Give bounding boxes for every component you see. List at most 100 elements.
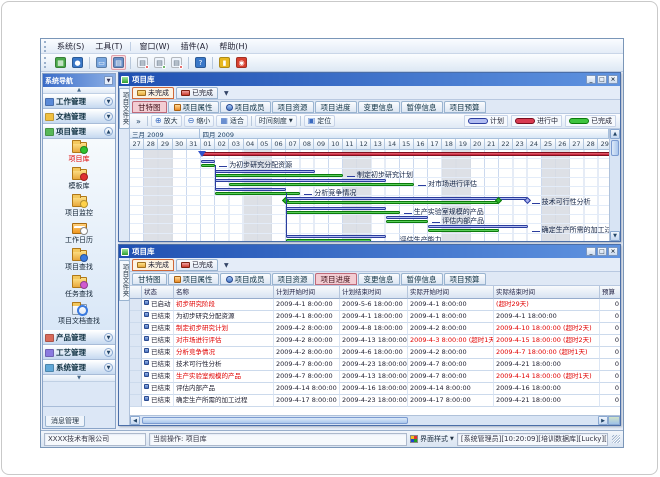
horizontal-scroll-track[interactable]	[140, 416, 598, 425]
pin-icon[interactable]: ▼	[104, 76, 113, 85]
chevron-down-icon[interactable]: ▼	[104, 97, 113, 106]
close-button[interactable]: ×	[608, 75, 618, 84]
locate-button[interactable]: ▣定位	[304, 115, 336, 127]
scroll-up-icon[interactable]: ▲	[610, 129, 620, 139]
scroll-down-icon[interactable]: ▼	[610, 231, 620, 241]
plan-bar[interactable]	[201, 160, 215, 163]
menu-item-0[interactable]: 系统(S)	[52, 41, 89, 52]
menu-item-4[interactable]: 帮助(H)	[214, 41, 252, 52]
sidebar-scroll-down-icon[interactable]: ▼	[43, 375, 115, 382]
sidebar-item-project-doc-search[interactable]: 项目文档查找	[43, 302, 115, 329]
overflow-button[interactable]: »	[133, 117, 144, 126]
new-folder-button[interactable]: ▭	[94, 55, 109, 70]
vertical-scroll-thumb[interactable]	[611, 140, 619, 156]
table-row[interactable]: 已结束分析竞争情况2009-4-2 8:00:002009-4-6 18:00:…	[130, 347, 620, 359]
chevron-down-icon[interactable]: ▼	[104, 348, 113, 357]
desktop-button[interactable]: ▦	[53, 55, 68, 70]
zoom-in-button[interactable]: ⊕放大	[151, 115, 182, 127]
table-row[interactable]: 已结束为初步研究分配资源2009-4-1 8:00:002009-4-1 18:…	[130, 311, 620, 323]
view-tab-progress[interactable]: 项目进度	[315, 273, 357, 285]
menu-item-3[interactable]: 插件(A)	[176, 41, 214, 52]
sidebar-group-project-mgmt[interactable]: 项目管理▲	[43, 124, 115, 139]
actual-bar[interactable]	[286, 239, 371, 241]
view-tab-budget[interactable]: 项目预算	[444, 101, 486, 113]
view-tab-progress[interactable]: 项目进度	[315, 101, 357, 113]
chevron-down-icon[interactable]: ▼	[104, 363, 113, 372]
scroll-left-icon[interactable]: ◀	[130, 416, 140, 425]
filter-tab-finished[interactable]: 已完成	[176, 87, 218, 99]
chevron-down-icon[interactable]: ▼	[224, 262, 229, 269]
export-doc-button[interactable]: ▤	[135, 55, 150, 70]
plan-bar[interactable]	[215, 179, 385, 182]
view-tab-gantt[interactable]: 甘特图	[132, 273, 167, 285]
table-row[interactable]: 已结束对市场进行评估2009-4-2 8:00:002009-4-13 18:0…	[130, 335, 620, 347]
row-selector[interactable]	[130, 311, 142, 323]
view-tab-attributes[interactable]: 项目属性	[168, 101, 219, 113]
import-doc-button[interactable]: ▤	[152, 55, 167, 70]
row-selector[interactable]	[130, 335, 142, 347]
actual-bar[interactable]	[215, 192, 300, 195]
view-tab-resources[interactable]: 项目资源	[272, 273, 314, 285]
column-header-2[interactable]: 计划开始时间	[274, 286, 340, 299]
column-header-4[interactable]: 实际开始时间	[408, 286, 494, 299]
row-selector[interactable]	[130, 299, 142, 311]
view-tab-gantt[interactable]: 甘特图	[132, 101, 167, 113]
lock-button[interactable]: ▮	[217, 55, 232, 70]
actual-bar[interactable]	[386, 220, 429, 223]
view-tab-members[interactable]: 项目成员	[220, 273, 271, 285]
sidebar-group-work-mgmt[interactable]: 工作管理▼	[43, 94, 115, 109]
minimize-button[interactable]: _	[586, 247, 596, 256]
plan-bar[interactable]	[286, 197, 527, 200]
sidebar-group-doc-mgmt[interactable]: 文档管理▼	[43, 109, 115, 124]
actual-bar[interactable]	[201, 164, 215, 167]
chevron-down-icon[interactable]: ▼	[104, 112, 113, 121]
table-window-titlebar[interactable]: 项目库 _ □ ×	[119, 245, 620, 258]
actual-bar[interactable]	[229, 183, 414, 186]
plan-bar[interactable]	[386, 216, 429, 219]
menu-item-1[interactable]: 工具(T)	[90, 41, 127, 52]
sidebar-item-project-library[interactable]: 项目库	[43, 140, 115, 167]
sidebar-item-work-calendar[interactable]: 工作日历	[43, 221, 115, 248]
row-selector[interactable]	[130, 395, 142, 407]
view-tab-budget[interactable]: 项目预算	[444, 273, 486, 285]
close-button[interactable]: ×	[608, 247, 618, 256]
horizontal-scroll-thumb[interactable]	[142, 417, 408, 424]
plan-bar[interactable]	[286, 207, 385, 210]
tab-message-management[interactable]: 消息管理	[45, 416, 85, 427]
view-tab-members[interactable]: 项目成员	[220, 101, 271, 113]
menu-item-2[interactable]: 窗口(W)	[134, 41, 174, 52]
maximize-button[interactable]: □	[597, 247, 607, 256]
view-tab-attributes[interactable]: 项目属性	[168, 273, 219, 285]
table-row[interactable]: 已结束确定生产所需的加工过程2009-4-17 8:00:002009-4-23…	[130, 395, 620, 407]
actual-bar[interactable]	[428, 229, 499, 232]
sidebar-item-project-monitor[interactable]: 项目监控	[43, 194, 115, 221]
resize-grip[interactable]	[612, 435, 620, 443]
tab-project-folders[interactable]: 项目文件夹	[119, 88, 130, 129]
table-row[interactable]: 已结束评估内部产品2009-4-14 8:00:002009-4-16 18:0…	[130, 383, 620, 395]
column-header-0[interactable]: 状态	[142, 286, 174, 299]
sidebar-item-project-search[interactable]: 项目查找	[43, 248, 115, 275]
column-header-3[interactable]: 计划结束时间	[340, 286, 408, 299]
plan-bar[interactable]	[215, 170, 314, 173]
column-header-6[interactable]: 预算	[600, 286, 620, 299]
plan-bar[interactable]	[215, 188, 286, 191]
sidebar-group-product-mgmt[interactable]: 产品管理▼	[43, 330, 115, 345]
sidebar-group-system-mgmt[interactable]: 系统管理▼	[43, 360, 115, 375]
plan-bar[interactable]	[286, 235, 385, 238]
plan-bar[interactable]	[428, 225, 527, 228]
help-button[interactable]: ?	[193, 55, 208, 70]
toolbar-grip-handle[interactable]	[44, 57, 48, 68]
column-header-5[interactable]: 实际结束时间	[494, 286, 600, 299]
row-selector[interactable]	[130, 323, 142, 335]
sidebar-item-template-library[interactable]: 模板库	[43, 167, 115, 194]
view-tab-resources[interactable]: 项目资源	[272, 101, 314, 113]
view-tab-changes[interactable]: 变更信息	[358, 273, 400, 285]
gantt-window-titlebar[interactable]: 项目库 _ □ ×	[119, 73, 620, 86]
row-selector[interactable]	[130, 347, 142, 359]
chevron-up-icon[interactable]: ▲	[104, 127, 113, 136]
sidebar-group-craft-mgmt[interactable]: 工艺管理▼	[43, 345, 115, 360]
column-header-1[interactable]: 名称	[174, 286, 274, 299]
globe-button[interactable]: ●	[70, 55, 85, 70]
exit-button[interactable]: ◉	[234, 55, 249, 70]
table-row[interactable]: 已结束生产实验室规模的产品2009-4-7 8:00:002009-4-13 1…	[130, 371, 620, 383]
